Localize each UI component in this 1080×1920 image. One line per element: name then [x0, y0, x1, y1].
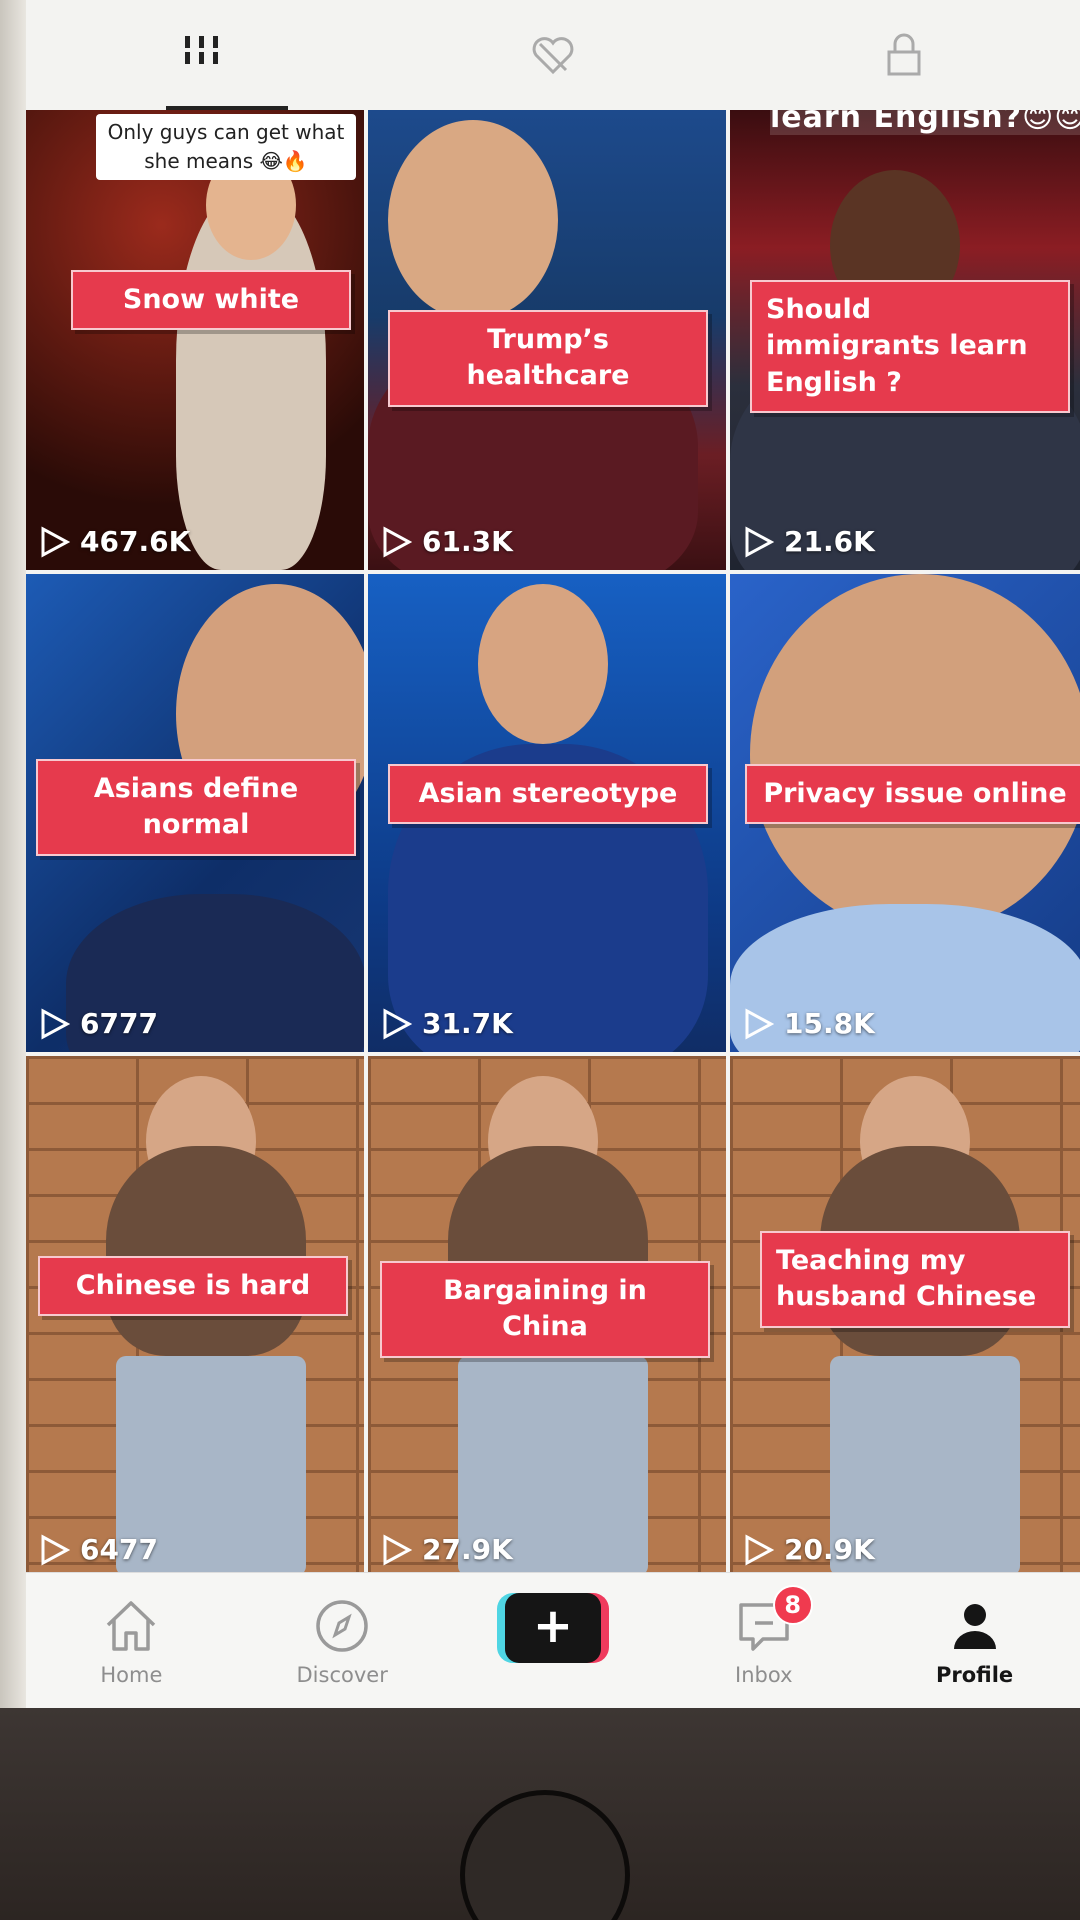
video-tile[interactable]: Privacy issue online 15.8K: [730, 574, 1080, 1052]
play-icon: [383, 1007, 412, 1040]
video-tile[interactable]: Teaching my husband Chinese 20.9K: [730, 1056, 1080, 1578]
nav-home[interactable]: Home: [36, 1595, 226, 1687]
play-icon: [745, 525, 774, 558]
play-icon: [41, 525, 70, 558]
view-count: 6777: [40, 1007, 158, 1040]
video-caption: Chinese is hard: [38, 1256, 348, 1317]
nav-profile[interactable]: Profile: [880, 1595, 1070, 1687]
video-caption: Should immigrants learn English ?: [750, 280, 1070, 414]
liked-icon: [532, 37, 573, 75]
play-icon: [745, 1533, 774, 1566]
nav-create[interactable]: +: [458, 1592, 648, 1689]
video-tile[interactable]: Only guys can get what she means 😂🔥 Snow…: [26, 110, 364, 570]
profile-tabs: [26, 0, 1080, 110]
video-caption: Trump’s healthcare: [388, 310, 708, 407]
plus-icon: +: [504, 1592, 601, 1663]
video-tile[interactable]: Bargaining in China 27.9K: [368, 1056, 726, 1578]
view-count: 467.6K: [40, 525, 190, 558]
view-count: 21.6K: [744, 525, 875, 558]
device-bezel: [0, 0, 26, 1920]
view-count: 6477: [40, 1533, 158, 1566]
video-caption: Bargaining in China: [380, 1261, 710, 1358]
inbox-badge: 8: [772, 1584, 813, 1625]
nav-home-label: Home: [100, 1662, 163, 1687]
nav-discover[interactable]: Discover: [247, 1595, 437, 1687]
nav-inbox-label: Inbox: [735, 1662, 793, 1687]
play-icon: [41, 1007, 70, 1040]
home-icon: [107, 1600, 156, 1651]
play-icon: [41, 1533, 70, 1566]
video-overlay-text: Only guys can get what she means 😂🔥: [96, 114, 356, 180]
nav-inbox[interactable]: 8 Inbox: [669, 1584, 859, 1687]
video-grid: Only guys can get what she means 😂🔥 Snow…: [26, 110, 1080, 1578]
video-tile[interactable]: Chinese is hard 6477: [26, 1056, 364, 1578]
lock-icon: [887, 33, 920, 76]
video-caption: Privacy issue online: [745, 764, 1080, 825]
video-tile[interactable]: Asian stereotype 31.7K: [368, 574, 726, 1052]
video-tile[interactable]: learn English?😊😊 Should immigrants learn…: [730, 110, 1080, 570]
play-icon: [383, 525, 412, 558]
view-count: 20.9K: [744, 1533, 875, 1566]
video-overlay-text: learn English?😊😊: [770, 110, 1080, 135]
view-count: 15.8K: [744, 1007, 875, 1040]
tab-liked[interactable]: [377, 0, 728, 110]
play-icon: [745, 1007, 774, 1040]
view-count: 27.9K: [382, 1533, 513, 1566]
video-tile[interactable]: Trump’s healthcare 61.3K: [368, 110, 726, 570]
video-caption: Teaching my husband Chinese: [760, 1231, 1070, 1328]
nav-discover-label: Discover: [296, 1662, 388, 1687]
tab-videos[interactable]: [26, 0, 377, 110]
video-caption: Snow white: [71, 270, 351, 331]
tab-private[interactable]: [728, 0, 1079, 110]
play-icon: [383, 1533, 412, 1566]
nav-profile-label: Profile: [935, 1662, 1014, 1687]
view-count: 61.3K: [382, 525, 513, 558]
grid-icon: [184, 36, 218, 64]
video-caption: Asians define normal: [36, 759, 356, 856]
compass-icon: [316, 1599, 368, 1652]
create-button[interactable]: +: [496, 1592, 609, 1663]
app-screen: Only guys can get what she means 😂🔥 Snow…: [26, 0, 1080, 1708]
profile-icon: [953, 1603, 996, 1649]
video-tile[interactable]: Asians define normal 6777: [26, 574, 364, 1052]
bottom-navigation: Home Discover + 8 Inbox Profile: [26, 1572, 1080, 1708]
video-caption: Asian stereotype: [388, 764, 708, 825]
view-count: 31.7K: [382, 1007, 513, 1040]
